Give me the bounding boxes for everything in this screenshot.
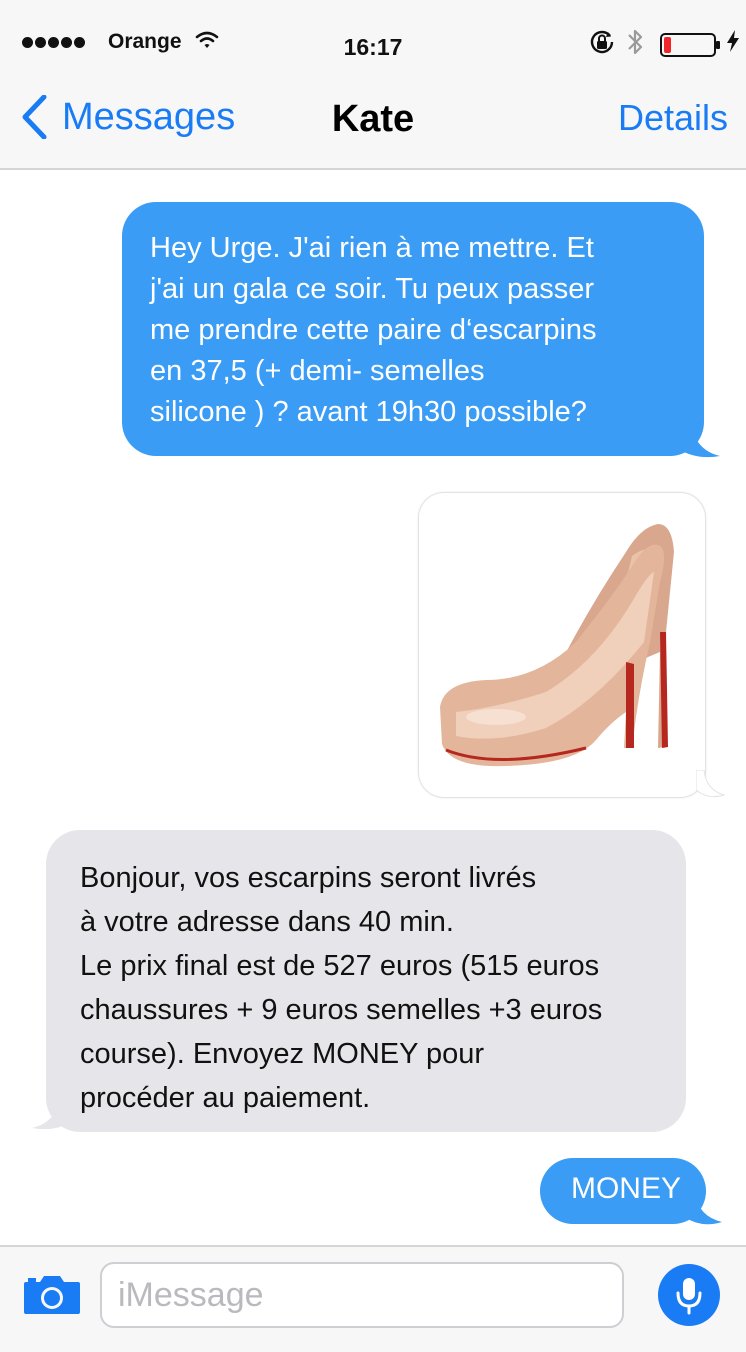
bubble-tail bbox=[32, 1092, 72, 1130]
message-line: j'ai un gala ce soir. Tu peux passer bbox=[150, 273, 595, 305]
camera-button[interactable] bbox=[22, 1272, 82, 1321]
details-button[interactable]: Details bbox=[618, 97, 728, 139]
message-line: me prendre cette paire d‘escarpins bbox=[150, 314, 597, 346]
message-line: Hey Urge. J'ai rien à me mettre. Et bbox=[150, 232, 594, 264]
rotation-lock-icon bbox=[588, 28, 616, 61]
message-text: Bonjour, vos escarpins seront livrés à v… bbox=[80, 856, 680, 1120]
battery-icon bbox=[660, 33, 722, 62]
bluetooth-icon bbox=[626, 27, 644, 62]
message-text: MONEY bbox=[570, 1172, 681, 1205]
microphone-button[interactable] bbox=[658, 1264, 720, 1326]
charging-icon bbox=[726, 30, 740, 57]
bubble-tail bbox=[696, 770, 726, 798]
message-line: chaussures + 9 euros semelles +3 euros bbox=[80, 994, 603, 1026]
message-line: en 37,5 (+ demi- semelles bbox=[150, 355, 485, 387]
message-input-placeholder: iMessage bbox=[118, 1276, 264, 1314]
message-line: silicone ) ? avant 19h30 possible? bbox=[150, 396, 587, 428]
message-line: Le prix final est de 527 euros (515 euro… bbox=[80, 950, 600, 982]
message-line: Bonjour, vos escarpins seront livrés bbox=[80, 862, 537, 894]
message-line: course). Envoyez MONEY pour bbox=[80, 1038, 485, 1070]
microphone-icon bbox=[676, 1278, 702, 1315]
camera-icon bbox=[24, 1276, 80, 1314]
message-text: Hey Urge. J'ai rien à me mettre. Et j'ai… bbox=[150, 228, 690, 433]
pumps-image bbox=[440, 524, 674, 767]
message-line: procéder au paiement. bbox=[80, 1082, 371, 1114]
message-line: à votre adresse dans 40 min. bbox=[80, 906, 454, 938]
